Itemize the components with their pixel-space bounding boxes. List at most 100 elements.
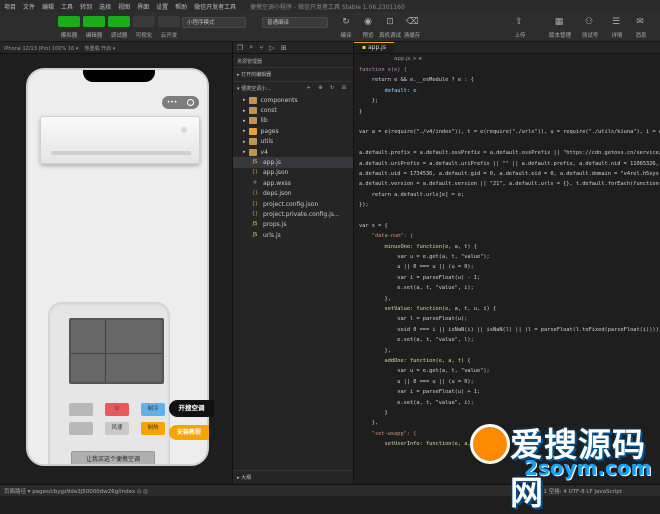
remote-button-5[interactable]: 制热 [141, 422, 165, 435]
code-token: }, [359, 295, 391, 302]
toolbar-1-button[interactable] [83, 16, 105, 27]
folder-icon [248, 127, 257, 135]
menu-item-9[interactable]: 帮助 [175, 2, 187, 11]
file-tree-item[interactable]: # app.wxss [233, 178, 353, 188]
file-tree: ▸ components ▸ const ▸ lib ▸ pages ▸ utils ▸ v4 JS ap… [233, 95, 353, 240]
file-tree-item[interactable]: ▸ const [233, 105, 353, 115]
file-tree-item[interactable]: ▸ utils [233, 137, 353, 147]
toolbar-4-button[interactable] [158, 16, 180, 27]
chevron-right-icon: ▸ [243, 149, 246, 156]
file-tree-label: utils [260, 138, 274, 146]
code-token: e.set(a, t, "value", l); [359, 337, 474, 344]
explorer-title: 资源管理器 [237, 59, 263, 65]
file-tree-label: const [260, 107, 277, 115]
code-token: }, [359, 347, 391, 354]
device-select[interactable]: iPhone 12/13 (Pro) 100% 16 ▾ [4, 46, 78, 52]
menu-item-6[interactable]: 视图 [118, 2, 130, 11]
install-guide-pill-button[interactable]: 安装教程 [169, 425, 209, 440]
code-content[interactable]: function e(e) { return e && e.__esModule… [354, 65, 660, 474]
menu-item-7[interactable]: 界面 [137, 2, 149, 11]
toolbar-0-button[interactable] [58, 16, 80, 27]
file-tree-item[interactable]: ▸ pages [233, 126, 353, 136]
main-toolbar: 模拟器 编辑器 调试器 可视化 云开发 小程序模式 普通编译 ↻ 编译 ◉ 预览 ⊡ 真机调试 ⌫ 清… [0, 12, 660, 42]
menu-item-1[interactable]: 文件 [23, 2, 35, 11]
remote-button-1[interactable]: ⏻ [105, 403, 129, 416]
code-token: e.set(a, t, "value", i); [359, 285, 474, 292]
more-menu-icon[interactable]: ••• [167, 99, 178, 106]
open-editors-label: 打开的编辑器 [241, 72, 272, 78]
search-icon[interactable]: ⌕ [249, 43, 253, 52]
extensions-icon[interactable]: ⊞ [281, 44, 287, 52]
file-tree-item[interactable]: JS props.js [233, 220, 353, 230]
file-tree-item[interactable]: JS app.js [233, 157, 353, 168]
close-circle-icon[interactable] [187, 99, 195, 106]
file-tree-item[interactable]: {} project.private.config.js... [233, 209, 353, 219]
code-token: var s = { [359, 222, 388, 229]
remote-button-3[interactable] [69, 422, 93, 435]
clear-cache-icon[interactable]: ⌫ [406, 16, 419, 28]
code-line: return e && e.__esModule ? e : { [354, 75, 660, 85]
menu-item-5[interactable]: 选择 [99, 2, 111, 11]
project-section[interactable]: ▾ 便携空调小... + ⊕ ↻ ⊟ [233, 81, 353, 95]
outline-section[interactable]: ▸ 大纲 [233, 470, 353, 484]
file-explorer: ❐ ⌕ ⑂ ▷ ⊞ 资源管理器 ▸ 打开的编辑器 ▾ 便携空调小... + ⊕ ↻… [232, 42, 354, 484]
compile-select[interactable]: 普通编译 [262, 17, 328, 28]
code-line: }); [354, 200, 660, 210]
menu-item-2[interactable]: 编辑 [42, 2, 54, 11]
file-tree-item[interactable]: {} deps.json [233, 189, 353, 199]
remote-control: ⏻ 制冷 风速 制热 让我买这个便携空调 [48, 302, 170, 464]
preview-icon[interactable]: ◉ [362, 16, 374, 28]
js-icon: JS [252, 231, 258, 238]
code-line: default: e [354, 86, 660, 96]
message-icon[interactable]: ✉ [634, 16, 646, 28]
file-tree-item[interactable]: ▸ v4 [233, 147, 353, 157]
toolbar-2-button[interactable] [108, 16, 130, 27]
open-editors-section[interactable]: ▸ 打开的编辑器 [233, 67, 353, 81]
folder-icon [248, 96, 257, 104]
code-line: void 0 === i || isNaN(i) || isNaN(l) || … [354, 325, 660, 335]
json-icon: {} [251, 190, 259, 197]
version-icon[interactable]: ▦ [553, 16, 565, 28]
toolbar-3-button[interactable] [133, 16, 155, 27]
menu-item-4[interactable]: 转到 [80, 2, 92, 11]
code-line: a.default.version = a.default.version ||… [354, 179, 660, 189]
code-token: a.default.uid = 1734536, a.default.gid =… [359, 170, 660, 177]
code-token: setValue: function(e, a, t, u, i) { [359, 305, 497, 312]
file-tree-item[interactable]: {} project.config.json [233, 199, 353, 209]
file-tree-label: props.js [263, 221, 287, 229]
remote-button-2[interactable]: 制冷 [141, 403, 165, 416]
menu-item-3[interactable]: 工具 [61, 2, 73, 11]
details-icon[interactable]: ☰ [610, 16, 622, 28]
source-control-icon[interactable]: ⑂ [259, 44, 263, 52]
menu-item-8[interactable]: 设置 [156, 2, 168, 11]
code-line: } [354, 107, 660, 117]
device-debug-icon[interactable]: ⊡ [384, 16, 396, 28]
file-tree-item[interactable]: JS urls.js [233, 230, 353, 240]
menu-item-0[interactable]: 项目 [4, 2, 16, 11]
code-line: a.default.uriPrefix = a.default.uriPrefi… [354, 159, 660, 169]
ac-vent [51, 151, 191, 155]
test-account-icon[interactable]: ⚇ [583, 16, 595, 28]
toolbar-right-label-1: 版本管理 [548, 33, 571, 39]
file-tree-item[interactable]: {} app.json [233, 168, 353, 178]
files-icon[interactable]: ❐ [237, 44, 243, 52]
debug-icon[interactable]: ▷ [269, 44, 274, 52]
upload-icon[interactable]: ⇪ [513, 16, 525, 28]
hot-reload-toggle[interactable]: 热重载 开启 ▾ [85, 46, 116, 52]
mode-select[interactable]: 小程序模式 [182, 17, 246, 28]
mini-program-capsule[interactable]: ••• [162, 96, 199, 109]
remote-button-4[interactable]: 风速 [105, 422, 129, 435]
code-token: var l = parseFloat(u); [359, 316, 468, 323]
simulator-panel: ••• ⏻ 制冷 风速 制热 让我买这个便携空调 [0, 54, 232, 484]
json-icon: {} [251, 200, 259, 207]
file-tree-item[interactable]: ▸ lib [233, 116, 353, 126]
buy-ac-button[interactable]: 让我买这个便携空调 [71, 451, 155, 464]
page-path[interactable]: 页面路径 ▾ pages/cbygz9da3j50000dw26g/index … [4, 487, 148, 495]
tab-app-js[interactable]: ▪ app.js [354, 42, 394, 53]
search-ac-pill-button[interactable]: 开搜空调 [169, 400, 214, 417]
remote-button-0[interactable] [69, 403, 93, 416]
menu-item-10[interactable]: 微信开发者工具 [194, 2, 236, 11]
compile-icon[interactable]: ↻ [340, 16, 352, 28]
file-tree-item[interactable]: ▸ components [233, 95, 353, 105]
